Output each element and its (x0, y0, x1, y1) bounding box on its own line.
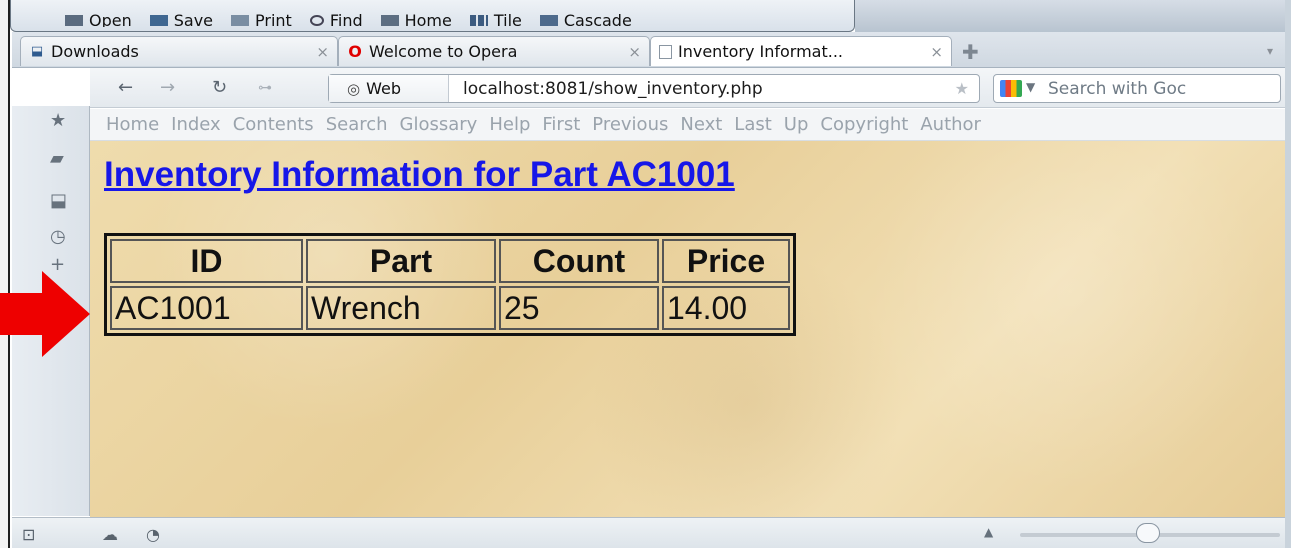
forward-arrow-icon[interactable]: → (160, 77, 175, 98)
navlink-contents[interactable]: Contents (233, 114, 314, 135)
globe-icon: ◎ (347, 79, 361, 98)
navlink-last[interactable]: Last (734, 114, 772, 135)
home-icon (380, 15, 399, 26)
web-badge-label: Web (366, 79, 401, 98)
cell-id: AC1001 (110, 286, 303, 330)
toolbar-save-button[interactable]: Save (149, 14, 214, 27)
column-header-price: Price (662, 239, 790, 283)
top-toolbar: Open Save Print Find Home Tile Cascade (10, 0, 855, 32)
toolbar-tile-label: Tile (493, 14, 522, 27)
reload-icon[interactable]: ↻ (212, 77, 227, 98)
cascade-icon (539, 15, 558, 26)
page-content: Inventory Information for Part AC1001 ID… (90, 141, 1285, 517)
navlink-glossary[interactable]: Glossary (400, 114, 478, 135)
navlink-author[interactable]: Author (920, 114, 981, 135)
inventory-table: ID Part Count Price AC1001 Wrench 25 14.… (104, 233, 796, 336)
cloud-icon[interactable]: ☁ (102, 525, 118, 544)
tab-menu-chevron-down-icon[interactable]: ▾ (1267, 44, 1273, 58)
toolbar-find-label: Find (329, 14, 363, 27)
toolbar-home-button[interactable]: Home (380, 14, 452, 27)
back-arrow-icon[interactable]: ← (118, 77, 133, 98)
cell-part: Wrench (306, 286, 496, 330)
google-icon (1000, 80, 1022, 97)
print-icon (231, 15, 250, 26)
cell-price: 14.00 (662, 286, 790, 330)
toolbar-cascade-button[interactable]: Cascade (539, 14, 632, 27)
downloads-icon: ⬓ (30, 44, 44, 59)
page-icon (659, 44, 672, 59)
search-field[interactable]: ▼ Search with Goc (993, 74, 1281, 103)
column-header-count: Count (499, 239, 659, 283)
titlebar-background (855, 0, 1285, 32)
toolbar-cascade-label: Cascade (563, 14, 632, 27)
url-text[interactable]: localhost:8081/show_inventory.php (463, 79, 763, 99)
tab-inventory-label: Inventory Informat... (678, 42, 844, 61)
page-title[interactable]: Inventory Information for Part AC1001 (104, 155, 735, 195)
search-placeholder: Search with Goc (1048, 79, 1187, 99)
toolbar-home-label: Home (404, 14, 452, 27)
red-arrow-pointer-icon (0, 271, 90, 357)
close-icon[interactable]: × (930, 43, 943, 61)
tab-downloads[interactable]: ⬓ Downloads × (20, 36, 338, 66)
tab-downloads-label: Downloads (51, 42, 139, 61)
zoom-slider-thumb[interactable] (1136, 523, 1160, 543)
navlink-copyright[interactable]: Copyright (820, 114, 908, 135)
save-icon (149, 15, 168, 26)
navlink-first[interactable]: First (542, 114, 580, 135)
zoom-menu-up-icon[interactable]: ▲ (984, 525, 993, 539)
toolbar-print-label: Print (255, 14, 292, 27)
table-header-row: ID Part Count Price (110, 239, 790, 283)
speed-dial-icon[interactable]: ◔ (146, 525, 160, 544)
tab-welcome-opera-label: Welcome to Opera (369, 42, 518, 61)
open-icon (65, 15, 83, 26)
navlink-home[interactable]: Home (106, 114, 159, 135)
table-row: AC1001 Wrench 25 14.00 (110, 286, 790, 330)
tab-inventory[interactable]: Inventory Informat... × (650, 36, 952, 66)
toolbar-tile-button[interactable]: Tile (469, 14, 522, 27)
tab-bar: ⬓ Downloads × O Welcome to Opera × Inven… (12, 32, 1285, 68)
new-tab-icon[interactable]: ✚ (962, 40, 979, 64)
toolbar-find-button[interactable]: Find (309, 14, 363, 27)
navigation-bar: ← → ↻ ⊶ ◎ Web localhost:8081/show_invent… (90, 68, 1285, 108)
close-icon[interactable]: × (316, 43, 329, 61)
navlink-up[interactable]: Up (784, 114, 809, 135)
downloads-panel-icon[interactable]: ⬓ (50, 190, 67, 211)
navigation-links-bar: Home Index Contents Search Glossary Help… (90, 109, 1285, 141)
browser-window: Open Save Print Find Home Tile Cascade ⬓… (0, 0, 1291, 548)
navlink-next[interactable]: Next (680, 114, 722, 135)
tile-icon (469, 15, 488, 26)
status-bar: ⊡ ☁ ◔ ▲ (12, 517, 1285, 548)
key-icon[interactable]: ⊶ (258, 80, 272, 96)
toolbar-open-button[interactable]: Open (65, 14, 132, 27)
window-right-edge (1285, 0, 1291, 548)
close-icon[interactable]: × (628, 43, 641, 61)
bookmarks-star-icon[interactable]: ★ (50, 110, 66, 131)
opera-icon: O (348, 42, 362, 61)
notes-icon[interactable]: ▰ (50, 148, 64, 169)
web-badge[interactable]: ◎ Web (329, 75, 449, 102)
panel-toggle-icon[interactable]: ⊡ (22, 525, 35, 544)
cell-count: 25 (499, 286, 659, 330)
toolbar-open-label: Open (89, 14, 132, 27)
navlink-search[interactable]: Search (326, 114, 388, 135)
toolbar-print-button[interactable]: Print (231, 14, 292, 27)
navlink-index[interactable]: Index (171, 114, 221, 135)
address-field[interactable]: ◎ Web localhost:8081/show_inventory.php … (328, 74, 980, 103)
navlink-help[interactable]: Help (489, 114, 530, 135)
chevron-down-icon[interactable]: ▼ (1026, 80, 1035, 94)
find-icon (309, 15, 324, 26)
toolbar-save-label: Save (173, 14, 214, 27)
column-header-part: Part (306, 239, 496, 283)
tab-welcome-opera[interactable]: O Welcome to Opera × (338, 36, 650, 66)
bookmark-star-icon[interactable]: ★ (955, 79, 969, 98)
history-clock-icon[interactable]: ◷ (50, 226, 66, 247)
navlink-previous[interactable]: Previous (592, 114, 668, 135)
column-header-id: ID (110, 239, 303, 283)
